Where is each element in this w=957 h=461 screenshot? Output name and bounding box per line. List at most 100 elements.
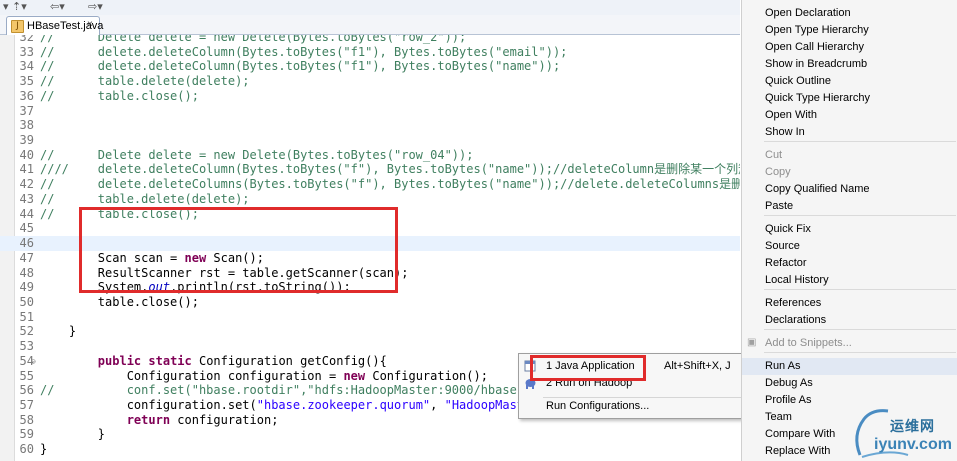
perspective-arrow-icon[interactable]: ▾ ⇡▾ bbox=[3, 0, 27, 13]
line-number: 39 bbox=[19, 133, 34, 148]
menu-item-run-configurations[interactable]: Run Configurations... bbox=[519, 398, 743, 415]
line-number: 60 bbox=[19, 442, 34, 457]
java-file-icon: J bbox=[11, 20, 24, 33]
context-menu-item-declarations[interactable]: Declarations bbox=[742, 312, 957, 329]
line-number: 53 bbox=[19, 339, 34, 354]
line-number: 56 bbox=[19, 383, 34, 398]
context-menu-item-open-call-hierarchy[interactable]: Open Call Hierarchy bbox=[742, 39, 957, 56]
context-menu-item-copy-qualified-name[interactable]: Copy Qualified Name bbox=[742, 181, 957, 198]
code-text: table.close(); bbox=[40, 294, 199, 309]
code-text: // delete.deleteColumn(Bytes.toBytes("f1… bbox=[40, 44, 568, 59]
code-text: configuration.set("hbase.zookeeper.quoru… bbox=[40, 398, 539, 412]
code-line: 59 } bbox=[0, 427, 740, 442]
menu-separator bbox=[764, 352, 956, 353]
context-menu-item-debug-as[interactable]: Debug As bbox=[742, 375, 957, 392]
line-number: 37 bbox=[19, 103, 34, 118]
code-line: 39 bbox=[0, 133, 740, 148]
line-number: 59 bbox=[19, 427, 34, 442]
code-line: 50 table.close(); bbox=[0, 295, 740, 310]
code-text: // delete.deleteColumns(Bytes.toBytes("f… bbox=[40, 177, 740, 192]
code-line: 52 } bbox=[0, 324, 740, 339]
code-line: 38 bbox=[0, 118, 740, 133]
context-menu-item-source[interactable]: Source bbox=[742, 238, 957, 255]
context-menu-item-quick-type-hierarchy[interactable]: Quick Type Hierarchy bbox=[742, 90, 957, 107]
code-text: // table.close(); bbox=[40, 88, 199, 103]
context-menu-item-quick-fix[interactable]: Quick Fix bbox=[742, 221, 957, 238]
context-menu-item-local-history[interactable]: Local History bbox=[742, 272, 957, 289]
line-number: 51 bbox=[19, 309, 34, 324]
line-number: 45 bbox=[19, 221, 34, 236]
code-text: return configuration; bbox=[126, 412, 279, 427]
context-menu-item-references[interactable]: References bbox=[742, 295, 957, 312]
code-line: 36 // table.close(); bbox=[0, 89, 740, 104]
code-line: 37 bbox=[0, 104, 740, 119]
code-text: // Delete delete = new Delete(Bytes.toBy… bbox=[40, 147, 474, 162]
line-number: 32 bbox=[19, 35, 34, 44]
code-text: // Delete delete = new Delete(Bytes.toBy… bbox=[40, 35, 467, 44]
context-menu: Open Declaration Open Type Hierarchy Open … bbox=[741, 0, 957, 461]
context-menu-item-run-as[interactable]: Run As bbox=[742, 358, 957, 375]
back-icon[interactable]: ⇦▾ bbox=[50, 0, 65, 13]
context-menu-item-cut: Cut bbox=[765, 149, 783, 161]
context-menu-item-paste[interactable]: Paste bbox=[742, 198, 957, 215]
code-line: 35 // table.delete(delete); bbox=[0, 74, 740, 89]
context-menu-item-refactor[interactable]: Refactor bbox=[742, 255, 957, 272]
line-number: 41 bbox=[19, 162, 34, 177]
code-text: } bbox=[40, 442, 48, 457]
context-menu-item-open-with[interactable]: Open With bbox=[742, 107, 957, 124]
context-menu-item-show-in[interactable]: Show In bbox=[742, 124, 957, 141]
line-number: 55 bbox=[19, 368, 34, 383]
watermark-logo: 运维网 iyunv.com bbox=[848, 405, 953, 459]
code-line: 34 // delete.deleteColumn(Bytes.toBytes("… bbox=[0, 59, 740, 74]
line-number: 57 bbox=[19, 398, 34, 412]
code-line: 60} bbox=[0, 442, 740, 457]
code-text: // table.delete(delete); bbox=[40, 74, 250, 89]
line-number: 38 bbox=[19, 118, 34, 133]
context-menu-item-show-in-breadcrumb[interactable]: Show in Breadcrumb bbox=[742, 56, 957, 73]
context-menu-item-open-type-hierarchy[interactable]: Open Type Hierarchy bbox=[742, 22, 957, 39]
line-number: 44 bbox=[19, 206, 34, 221]
code-text: // delete.deleteColumn(Bytes.toBytes("f1… bbox=[40, 59, 561, 74]
menu-separator bbox=[764, 289, 956, 290]
code-text: // conf.set("hbase.rootdir","hdfs:Hadoop… bbox=[40, 383, 539, 398]
forward-icon[interactable]: ⇨▾ bbox=[88, 0, 103, 13]
line-number: 35 bbox=[19, 74, 34, 89]
context-menu-item-open-declaration[interactable]: Open Declaration bbox=[742, 5, 957, 22]
context-menu-item-copy: Copy bbox=[765, 166, 791, 178]
code-text: // table.delete(delete); bbox=[40, 191, 250, 206]
line-number: 43 bbox=[19, 191, 34, 206]
fold-toggle-icon[interactable]: ⊖ bbox=[31, 354, 36, 369]
line-number: 50 bbox=[19, 294, 34, 309]
line-number: 58 bbox=[19, 412, 34, 427]
code-line: 42 // delete.deleteColumns(Bytes.toBytes(… bbox=[0, 177, 740, 192]
line-number: 46 bbox=[19, 236, 34, 251]
toolbar: ▾ ⇡▾ ⇦▾ ⇨▾ bbox=[0, 0, 740, 15]
code-line: 51 bbox=[0, 310, 740, 325]
highlight-box-menu bbox=[530, 355, 646, 381]
line-number: 42 bbox=[19, 177, 34, 192]
watermark-text-en: iyunv.com bbox=[874, 436, 952, 453]
line-number: 34 bbox=[19, 59, 34, 74]
code-text: public static Configuration getConfig(){ bbox=[97, 353, 387, 368]
line-number: 33 bbox=[19, 44, 34, 59]
context-menu-item-quick-outline[interactable]: Quick Outline bbox=[742, 73, 957, 90]
code-text: //// delete.deleteColumn(Bytes.toBytes("… bbox=[40, 162, 740, 177]
line-number: 48 bbox=[19, 265, 34, 280]
snippet-icon: ▣ bbox=[747, 337, 757, 348]
code-text: } bbox=[40, 324, 77, 339]
line-number: 52 bbox=[19, 324, 34, 339]
code-line: 41 //// delete.deleteColumn(Bytes.toBytes… bbox=[0, 162, 740, 177]
menu-separator bbox=[764, 215, 956, 216]
context-menu-item-add-to-snippets: ▣ Add to Snippets... bbox=[747, 337, 852, 349]
line-number: 47 bbox=[19, 250, 34, 265]
menu-separator bbox=[764, 141, 956, 142]
close-icon[interactable]: × bbox=[87, 19, 93, 30]
code-line: 33 // delete.deleteColumn(Bytes.toBytes("… bbox=[0, 45, 740, 60]
code-text: Configuration configuration = new Config… bbox=[40, 368, 488, 383]
line-number: 49 bbox=[19, 280, 34, 295]
highlight-box-code bbox=[79, 207, 398, 293]
code-line: 40 // Delete delete = new Delete(Bytes.to… bbox=[0, 148, 740, 163]
watermark-text-cn: 运维网 bbox=[890, 419, 935, 435]
tab-hbasetest-java[interactable]: J HBaseTest.java × bbox=[6, 16, 103, 35]
menu-separator bbox=[764, 329, 956, 330]
